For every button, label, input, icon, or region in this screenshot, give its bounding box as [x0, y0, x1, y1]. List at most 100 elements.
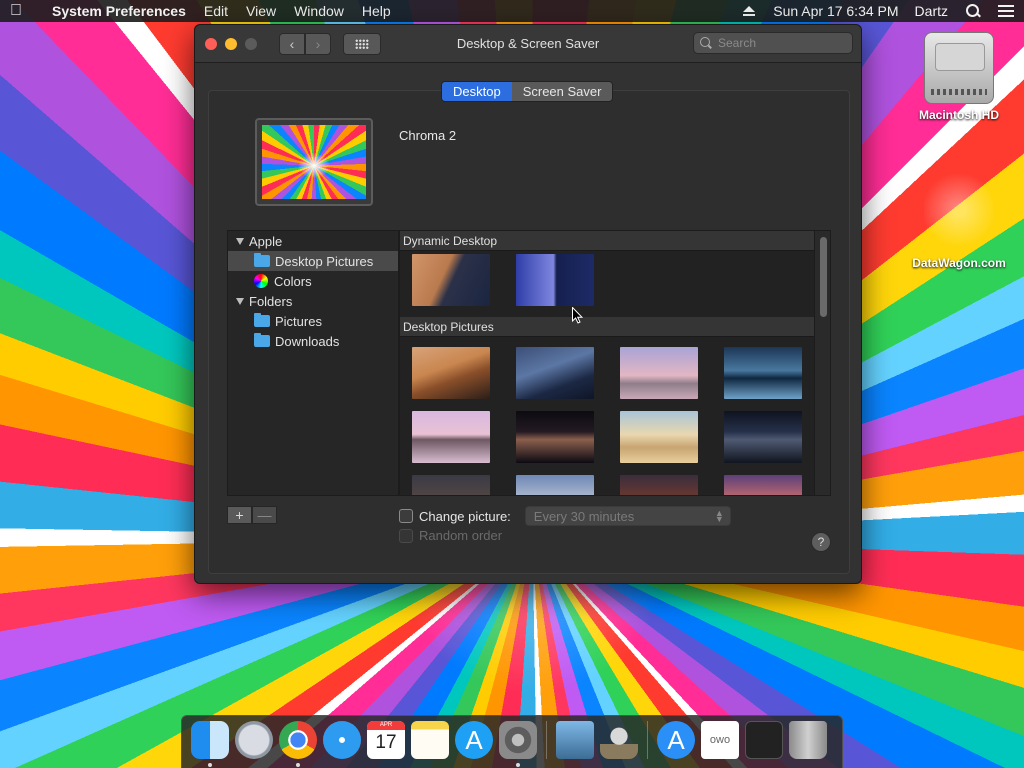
- chess-icon[interactable]: [600, 721, 638, 759]
- spotlight-search-icon[interactable]: [966, 4, 980, 18]
- notes-icon[interactable]: [411, 721, 449, 759]
- grid-icon: [355, 38, 369, 49]
- eject-icon[interactable]: [743, 6, 756, 16]
- apple-menu-icon[interactable]: : [10, 2, 44, 20]
- source-label: Folders: [249, 293, 293, 309]
- running-indicator: [296, 763, 300, 767]
- close-window-button[interactable]: [205, 37, 217, 50]
- help-button[interactable]: ?: [811, 532, 831, 552]
- title-bar[interactable]: ‹ › Desktop & Screen Saver: [195, 25, 861, 63]
- source-item-downloads[interactable]: Downloads: [228, 331, 398, 351]
- macintosh-hd-label: Macintosh HD: [918, 108, 999, 122]
- tab-screen-saver[interactable]: Screen Saver: [511, 82, 613, 101]
- desktop-pictures-thumbnails: [400, 337, 814, 495]
- browser-scroll-track[interactable]: [814, 231, 830, 495]
- macintosh-hd-desktop-icon[interactable]: Macintosh HD: [912, 32, 1006, 122]
- current-picture-preview: [255, 118, 373, 206]
- color-wheel-icon: [254, 274, 268, 288]
- thumbnail-picture[interactable]: [516, 475, 594, 495]
- random-order-label: Random order: [419, 528, 503, 543]
- disclosure-triangle-icon[interactable]: [236, 297, 244, 305]
- source-item-colors[interactable]: Colors: [228, 271, 398, 291]
- source-label: Pictures: [275, 313, 322, 329]
- thumbnail-picture[interactable]: [724, 475, 802, 495]
- thumbnail-picture[interactable]: [516, 411, 594, 463]
- scrollbar-knob[interactable]: [819, 237, 827, 317]
- menu-help[interactable]: Help: [353, 3, 400, 19]
- remove-folder-button: —: [252, 506, 277, 524]
- datawagon-desktop-icon[interactable]: DataWagon.com: [898, 170, 1020, 270]
- menu-bar:  System Preferences Edit View Window He…: [0, 0, 1024, 22]
- trash-icon[interactable]: [789, 721, 827, 759]
- preview-icon[interactable]: [556, 721, 594, 759]
- thumbnail-picture[interactable]: [620, 411, 698, 463]
- thumbnail-solar-gradients[interactable]: [516, 254, 594, 306]
- launchpad-icon[interactable]: [235, 721, 273, 759]
- safari-icon[interactable]: [323, 721, 361, 759]
- dock-separator: [647, 721, 648, 759]
- menu-app-name[interactable]: System Preferences: [44, 3, 195, 19]
- change-picture-row: Change picture: Every 30 minutes ▲ ▼: [399, 506, 731, 526]
- thumbnail-picture[interactable]: [412, 347, 490, 399]
- change-interval-select: Every 30 minutes ▲ ▼: [524, 506, 731, 526]
- dock-separator: [546, 721, 547, 759]
- system-preferences-icon[interactable]: [499, 721, 537, 767]
- up-down-chevron-icon: ▲ ▼: [714, 508, 724, 524]
- tab-desktop[interactable]: Desktop: [442, 82, 512, 101]
- menu-edit[interactable]: Edit: [195, 3, 237, 19]
- search-icon: [700, 37, 712, 49]
- menu-window[interactable]: Window: [285, 3, 353, 19]
- source-group-folders[interactable]: Folders: [228, 291, 398, 311]
- source-group-apple[interactable]: Apple: [228, 231, 398, 251]
- thumbnail-picture[interactable]: [516, 347, 594, 399]
- app-store-download-icon[interactable]: A: [657, 721, 695, 759]
- menu-view[interactable]: View: [237, 3, 285, 19]
- dock: APR 17 A A owo: [181, 715, 843, 768]
- change-picture-label[interactable]: Change picture:: [419, 509, 511, 524]
- source-item-pictures[interactable]: Pictures: [228, 311, 398, 331]
- notification-center-icon[interactable]: [998, 5, 1014, 17]
- search-field[interactable]: [693, 32, 853, 54]
- section-header-dynamic-desktop: Dynamic Desktop: [400, 231, 814, 251]
- back-button[interactable]: ‹: [279, 32, 305, 55]
- change-picture-checkbox[interactable]: [399, 509, 413, 523]
- chrome-icon[interactable]: [279, 721, 317, 767]
- thumbnail-picture[interactable]: [412, 475, 490, 495]
- search-input[interactable]: [718, 36, 848, 50]
- folder-icon: [254, 313, 270, 327]
- thumbnail-picture[interactable]: [620, 347, 698, 399]
- hard-drive-icon: [924, 32, 994, 104]
- menu-user[interactable]: Dartz: [907, 3, 956, 19]
- source-label: Desktop Pictures: [275, 253, 374, 269]
- add-folder-button[interactable]: +: [227, 506, 252, 524]
- source-label: Colors: [274, 273, 312, 289]
- show-all-button[interactable]: [343, 32, 381, 55]
- calendar-icon[interactable]: APR 17: [367, 721, 405, 759]
- datawagon-icon: [924, 170, 994, 250]
- disclosure-triangle-icon[interactable]: [236, 237, 244, 245]
- source-label: Downloads: [275, 333, 340, 349]
- running-indicator: [208, 763, 212, 767]
- menu-clock[interactable]: Sun Apr 17 6:34 PM: [765, 3, 906, 19]
- thumbnail-picture[interactable]: [620, 475, 698, 495]
- source-item-desktop-pictures[interactable]: Desktop Pictures: [228, 251, 398, 271]
- minimize-window-button[interactable]: [225, 37, 237, 50]
- finder-icon[interactable]: [191, 721, 229, 767]
- browser-scrollbar[interactable]: [818, 237, 828, 317]
- thumbnail-picture[interactable]: [724, 411, 802, 463]
- chevron-right-icon: ›: [315, 35, 321, 52]
- preview-image: [262, 125, 366, 199]
- calendar-day: 17: [375, 732, 397, 753]
- owo-app-icon[interactable]: owo: [701, 721, 739, 759]
- forward-button[interactable]: ›: [305, 32, 331, 55]
- thumbnail-mojave-dynamic[interactable]: [412, 254, 490, 306]
- app-store-icon[interactable]: A: [455, 721, 493, 759]
- calendar-month: APR: [367, 721, 405, 730]
- thumbnail-picture[interactable]: [724, 347, 802, 399]
- thumbnail-picture[interactable]: [412, 411, 490, 463]
- folder-icon: [254, 253, 270, 267]
- current-picture-name: Chroma 2: [399, 128, 457, 143]
- launchpad-grid-icon[interactable]: [745, 721, 783, 759]
- add-remove-group: + —: [227, 506, 277, 524]
- section-header-desktop-pictures: Desktop Pictures: [400, 317, 814, 337]
